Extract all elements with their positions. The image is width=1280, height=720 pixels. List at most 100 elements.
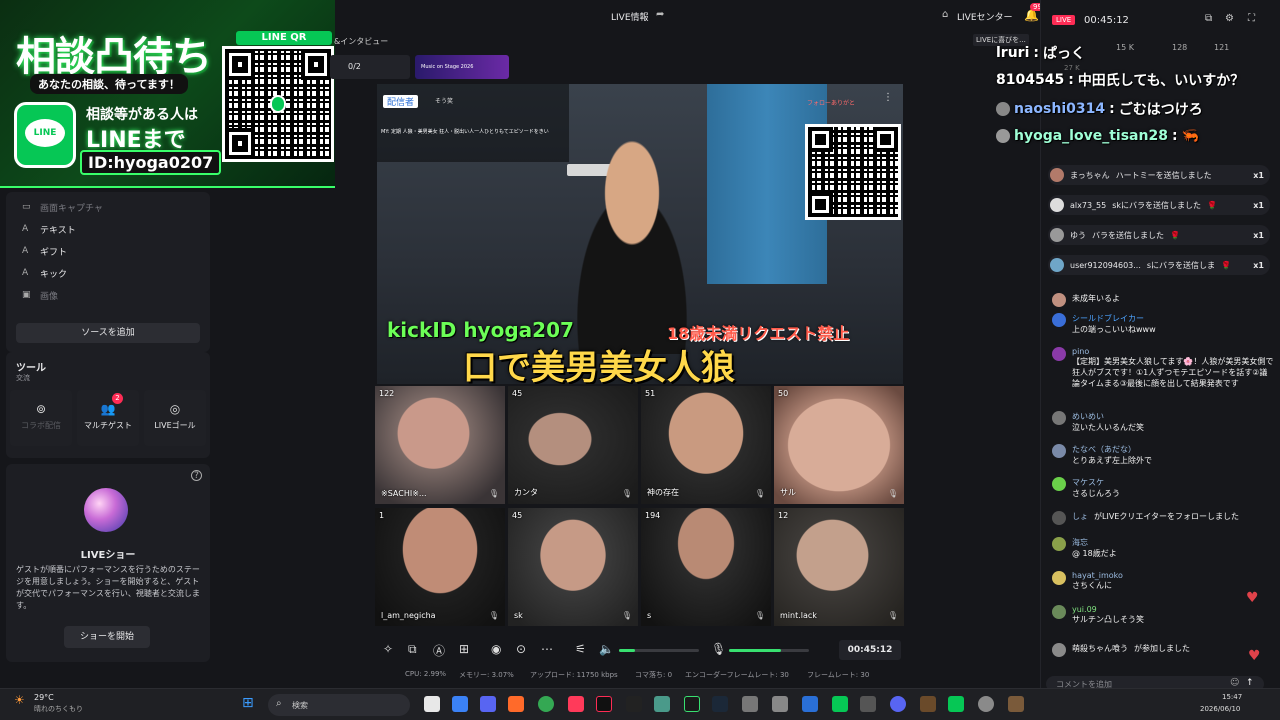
avatar — [996, 129, 1010, 143]
guest-tile[interactable]: 51 神の存在 🎙 — [641, 386, 771, 504]
source-gift[interactable]: A ギフト — [6, 240, 210, 262]
main-stream-video: 配信者 そう笑 MY: 定期 人狼・美男美女 狂人・脱出い人一人ひとりもてエピソ… — [377, 84, 903, 384]
app-icon[interactable] — [684, 696, 700, 712]
qr-label: LINE QR — [236, 31, 332, 45]
overlay-message: hyoga_love_tisan28: 🦐 — [996, 128, 1199, 144]
guest-grid: 122 ※SACHI※... 🎙 45 カンタ 🎙 51 神の存在 🎙 50 サル 🎙 1 l_a… — [373, 386, 907, 630]
avatar — [1052, 293, 1066, 307]
explorer-icon[interactable] — [424, 696, 440, 712]
collab-icon: ⊚ — [35, 402, 47, 416]
screen-icon[interactable]: ⧉ — [408, 642, 417, 657]
tool-collab[interactable]: ⊚ コラボ配信 — [10, 390, 72, 446]
source-image[interactable]: ▣ 画像 — [6, 284, 210, 306]
app-icon[interactable] — [772, 696, 788, 712]
source-screen-capture[interactable]: ▭ 画面キャプチャ — [6, 196, 210, 218]
chat-message: pino 【定期】美男美女人狼してます🌸！人狼が美男美女側で狂人がブスです！①1人… — [1052, 347, 1274, 389]
multi-guest-badge: 2 — [112, 393, 123, 404]
app-icon[interactable] — [626, 696, 642, 712]
chat-message: しょ がLIVEクリエイターをフォローしました — [1052, 511, 1274, 525]
mic-icon: 🎙 — [621, 489, 632, 498]
left-panel: ▭ 画面キャプチャ A テキスト A ギフト A キック ▣ 画像 ソースを追加 ツール … — [0, 188, 210, 688]
chrome-icon[interactable] — [538, 696, 554, 712]
send-icon[interactable]: ↑ — [1246, 678, 1254, 688]
mic-volume-slider[interactable] — [729, 649, 809, 652]
mic-icon: 🎙 — [488, 611, 499, 620]
app-icon[interactable] — [654, 696, 670, 712]
live-center-link[interactable]: LIVEセンター — [957, 10, 1013, 23]
chat-message: シールドブレイカー 上の端っこいいねwww — [1052, 313, 1274, 335]
gift-notification: user912094603... sにバラを送信しま 🌹 x1 — [1048, 255, 1270, 275]
mic-icon: 🎙 — [488, 489, 499, 498]
chat-message: たなべ（あだな） とりあえず左上除外で — [1052, 444, 1274, 466]
mic-icon[interactable]: 🎙 — [711, 642, 726, 656]
settings-app-icon[interactable] — [978, 696, 994, 712]
brave-icon[interactable] — [508, 696, 524, 712]
app-icon[interactable] — [860, 696, 876, 712]
mic-icon: 🎙 — [754, 611, 765, 620]
gear-icon[interactable]: ⚙ — [1225, 13, 1234, 24]
camera-icon[interactable]: ⊙ — [516, 642, 526, 656]
speaker-icon[interactable]: 🔈 — [599, 642, 614, 656]
source-text[interactable]: A テキスト — [6, 218, 210, 240]
speaker-volume-slider[interactable] — [619, 649, 699, 652]
windows-start-icon[interactable]: ⊞ — [242, 695, 254, 711]
taskbar-search[interactable]: ⌕ 検索 — [268, 694, 410, 716]
app-icon[interactable] — [948, 696, 964, 712]
emoji-icon[interactable]: ☺ — [1230, 678, 1239, 688]
stream-more-icon[interactable]: ⋮ — [883, 92, 893, 103]
avatar — [1052, 477, 1066, 491]
guest-tile[interactable]: 122 ※SACHI※... 🎙 — [375, 386, 505, 504]
add-source-button[interactable]: ソースを追加 — [16, 323, 200, 343]
app-icon[interactable] — [742, 696, 758, 712]
rose-icon: 🌹 — [1221, 260, 1232, 270]
promo-line1: 相談等がある人は — [86, 107, 198, 123]
discord-icon[interactable] — [480, 696, 496, 712]
likes-stat: 128 — [1172, 43, 1188, 52]
minecraft-icon[interactable] — [920, 696, 936, 712]
cpu-stat: CPU: 2.99% — [405, 670, 447, 678]
app-icon[interactable] — [452, 696, 468, 712]
magic-icon[interactable]: ✧ — [383, 642, 393, 656]
record-icon[interactable]: ◉ — [491, 642, 501, 656]
add-source-icon[interactable]: ⊞ — [459, 642, 469, 656]
tiktok-icon[interactable] — [596, 696, 612, 712]
source-kick[interactable]: A キック — [6, 262, 210, 284]
guest-tile[interactable]: 194 s 🎙 — [641, 508, 771, 626]
music-stage-banner[interactable]: Music on Stage 2026 — [415, 55, 509, 79]
rose-icon: 🌹 — [1207, 200, 1217, 210]
chat-message: 萌殺ちゃん喰う が参加しました — [1052, 643, 1274, 657]
tool-multi-guest[interactable]: 👥 マルチゲスト 2 — [77, 390, 139, 446]
encoder-stat: エンコーダーフレームレート: 30 — [685, 671, 789, 679]
guest-tile[interactable]: 45 カンタ 🎙 — [508, 386, 638, 504]
users-stat: 121 — [1214, 43, 1230, 52]
guest-tile[interactable]: 45 sk 🎙 — [508, 508, 638, 626]
app-icon[interactable] — [890, 696, 906, 712]
expand-icon[interactable]: ⛶ — [1248, 13, 1255, 24]
interview-label: &インタビュー — [334, 37, 389, 46]
framerate-stat: フレームレート: 30 — [807, 671, 870, 679]
chat-message: 海忘 @ 18歳だよ — [1052, 537, 1274, 559]
qr-code — [222, 46, 334, 162]
ai-icon[interactable]: Ⓐ — [433, 642, 445, 659]
line-icon[interactable] — [832, 696, 848, 712]
help-icon[interactable]: ? — [191, 470, 202, 481]
banner-card[interactable]: 0/2 — [330, 55, 410, 79]
steam-icon[interactable] — [712, 696, 728, 712]
tool-live-goal[interactable]: ◎ LIVEゴール — [144, 390, 206, 446]
tools-title: ツール — [16, 363, 46, 374]
app-icon[interactable] — [568, 696, 584, 712]
settings-sliders-icon[interactable]: ⚟ — [575, 642, 586, 656]
overlay-message: 8104545: 中田氏しても、いいすか？ — [996, 72, 1245, 89]
guest-tile[interactable]: 1 l_am_negicha 🎙 — [375, 508, 505, 626]
app-icon[interactable] — [1008, 696, 1024, 712]
heart-icon: ♥ — [1248, 648, 1261, 664]
copy-icon[interactable]: ⧉ — [1205, 13, 1212, 24]
start-show-button[interactable]: ショーを開始 — [64, 626, 150, 648]
guest-viewer-count: 122 — [379, 389, 395, 398]
guest-tile[interactable]: 50 サル 🎙 — [774, 386, 904, 504]
header-timer: 00:45:12 — [1084, 15, 1129, 26]
app-icon[interactable] — [802, 696, 818, 712]
share-icon[interactable]: ➦ — [656, 9, 664, 20]
more-icon[interactable]: ⋯ — [541, 642, 553, 656]
guest-tile[interactable]: 12 mint.lack 🎙 — [774, 508, 904, 626]
